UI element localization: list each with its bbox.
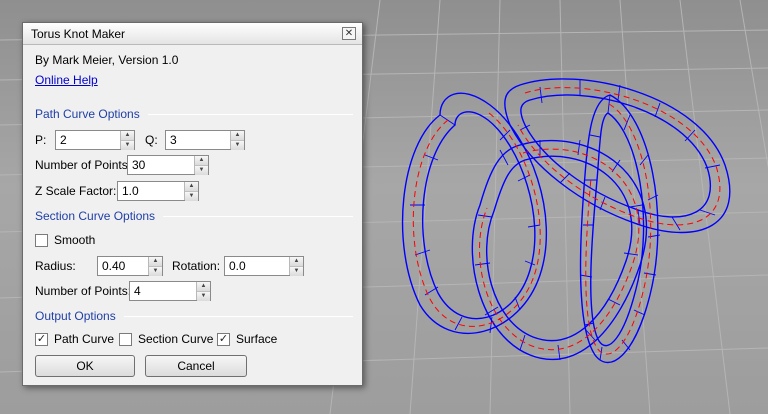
down-arrow-icon[interactable]: ▼ (121, 140, 134, 150)
path-curve-options-heading: Path Curve Options (35, 107, 353, 121)
section-points-value[interactable]: 4 (130, 282, 196, 300)
down-arrow-icon[interactable]: ▼ (290, 266, 303, 276)
path-curve-checkbox[interactable]: ✓ Path Curve (35, 332, 114, 346)
z-scale-value[interactable]: 1.0 (118, 182, 184, 200)
q-label: Q: (145, 133, 158, 147)
up-arrow-icon[interactable]: ▲ (195, 156, 208, 165)
path-points-label: Number of Points: (35, 158, 132, 172)
p-value[interactable]: 2 (56, 131, 120, 149)
rotation-stepper[interactable]: 0.0 ▲ ▼ (224, 256, 304, 276)
section-points-stepper[interactable]: 4 ▲ ▼ (129, 281, 211, 301)
up-arrow-icon[interactable]: ▲ (149, 257, 162, 266)
section-curve-checkbox[interactable]: Section Curve (119, 332, 213, 346)
path-curve-label: Path Curve (54, 332, 115, 346)
smooth-checkbox[interactable]: Smooth (35, 233, 95, 247)
p-label: P: (35, 133, 47, 147)
surface-checkbox[interactable]: ✓ Surface (217, 332, 277, 346)
online-help-link[interactable]: Online Help (35, 73, 98, 87)
up-arrow-icon[interactable]: ▲ (290, 257, 303, 266)
path-points-stepper[interactable]: 30 ▲ ▼ (127, 155, 209, 175)
up-arrow-icon[interactable]: ▲ (121, 131, 134, 140)
z-scale-stepper[interactable]: 1.0 ▲ ▼ (117, 181, 199, 201)
cancel-button[interactable]: Cancel (145, 355, 247, 377)
close-icon[interactable]: ✕ (342, 27, 356, 40)
dialog-title: Torus Knot Maker (31, 26, 126, 41)
author-text: By Mark Meier, Version 1.0 (35, 53, 179, 67)
output-options-label: Output Options (35, 309, 116, 323)
radius-stepper[interactable]: 0.40 ▲ ▼ (97, 256, 163, 276)
down-arrow-icon[interactable]: ▼ (231, 140, 244, 150)
radius-value[interactable]: 0.40 (98, 257, 148, 275)
checkbox-box[interactable] (119, 332, 132, 346)
up-arrow-icon[interactable]: ▲ (197, 282, 210, 291)
down-arrow-icon[interactable]: ▼ (197, 291, 210, 301)
up-arrow-icon[interactable]: ▲ (185, 182, 198, 191)
path-points-value[interactable]: 30 (128, 156, 194, 174)
path-curve-options-label: Path Curve Options (35, 107, 140, 121)
q-stepper[interactable]: 3 ▲ ▼ (165, 130, 245, 150)
dialog-titlebar[interactable]: Torus Knot Maker ✕ (23, 23, 362, 45)
surface-label: Surface (236, 332, 278, 346)
up-arrow-icon[interactable]: ▲ (231, 131, 244, 140)
q-value[interactable]: 3 (166, 131, 230, 149)
section-points-label: Number of Points: (35, 284, 132, 298)
section-curve-options-heading: Section Curve Options (35, 209, 353, 223)
rotation-value[interactable]: 0.0 (225, 257, 289, 275)
section-curve-options-label: Section Curve Options (35, 209, 156, 223)
rotation-label: Rotation: (172, 259, 221, 273)
torus-knot-wireframe[interactable] (380, 55, 750, 395)
z-scale-label: Z Scale Factor: (35, 184, 117, 198)
section-curve-label: Section Curve (138, 332, 214, 346)
output-options-heading: Output Options (35, 309, 353, 323)
down-arrow-icon[interactable]: ▼ (185, 191, 198, 201)
checkbox-box[interactable]: ✓ (217, 332, 230, 346)
ok-button[interactable]: OK (35, 355, 135, 377)
down-arrow-icon[interactable]: ▼ (149, 266, 162, 276)
down-arrow-icon[interactable]: ▼ (195, 165, 208, 175)
radius-label: Radius: (35, 259, 76, 273)
smooth-label: Smooth (54, 233, 96, 247)
p-stepper[interactable]: 2 ▲ ▼ (55, 130, 135, 150)
checkbox-box[interactable]: ✓ (35, 332, 48, 346)
checkbox-box[interactable] (35, 233, 48, 247)
torus-knot-dialog: Torus Knot Maker ✕ By Mark Meier, Versio… (22, 22, 363, 386)
